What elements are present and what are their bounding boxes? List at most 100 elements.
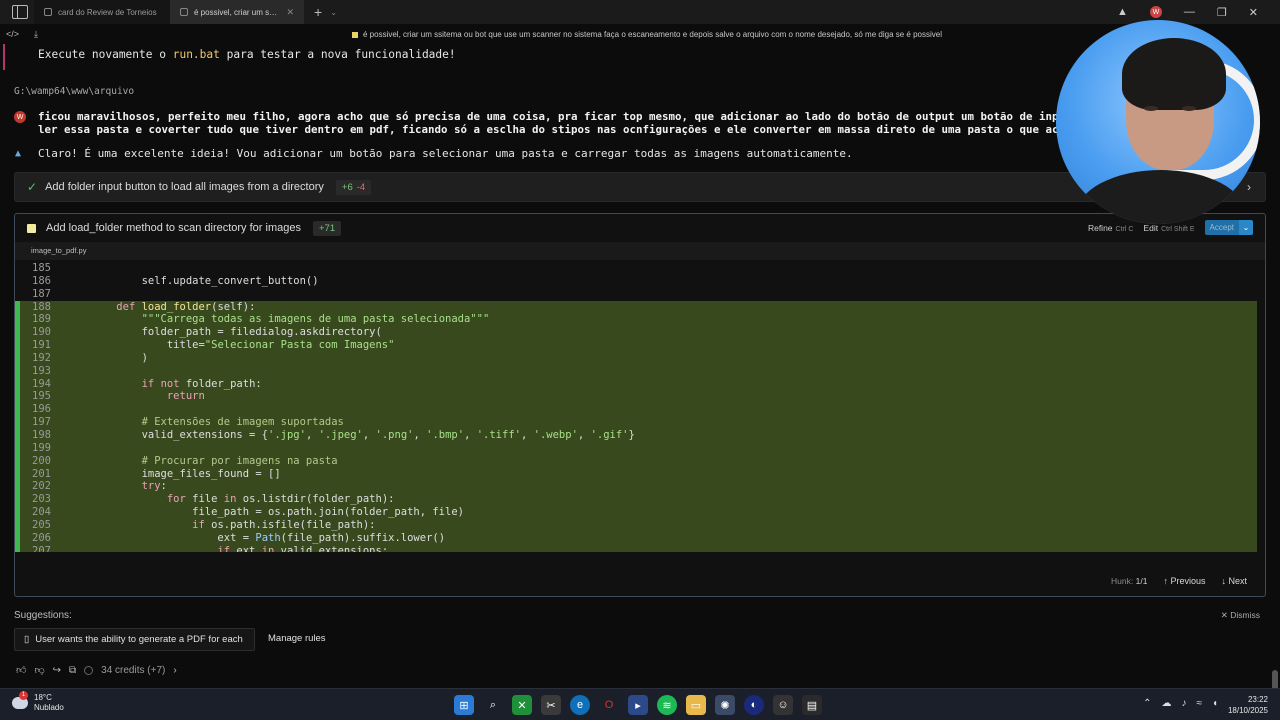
cloud-icon bbox=[12, 691, 28, 709]
opera-icon[interactable]: O bbox=[599, 695, 619, 715]
edge-icon[interactable]: e bbox=[570, 695, 590, 715]
webcam-overlay bbox=[1056, 20, 1260, 224]
close-tab-icon[interactable]: ✕ bbox=[286, 7, 294, 18]
browser-icon[interactable]: ◐ bbox=[744, 695, 764, 715]
close-window-icon[interactable]: ✕ bbox=[1249, 6, 1258, 19]
copy-icon[interactable]: ⧉ bbox=[69, 665, 76, 676]
thumbs-down-icon[interactable]: 👎︎ bbox=[34, 664, 44, 676]
terminal-icon[interactable]: ▤ bbox=[802, 695, 822, 715]
search-icon[interactable]: ⌕ bbox=[483, 695, 503, 715]
code-line: 185 bbox=[15, 262, 1257, 275]
new-tab-button[interactable]: + bbox=[314, 4, 322, 20]
spotify-icon[interactable]: ≋ bbox=[657, 695, 677, 715]
line-number: 191 bbox=[32, 339, 51, 352]
edit-label: Edit bbox=[1143, 222, 1159, 233]
line-number: 203 bbox=[32, 493, 51, 506]
added-code-line: 189 """Carrega todas as imagens de uma p… bbox=[15, 313, 1257, 327]
hunk-label: Hunk: bbox=[1111, 576, 1134, 586]
tab-list-button[interactable]: ⌄ bbox=[330, 8, 337, 17]
volume-icon[interactable]: ◖ bbox=[1212, 698, 1218, 709]
chat-footer: 👍︎ 👎︎ ↪ ⧉ 34 credits (+7) › bbox=[16, 664, 177, 677]
code-text: ext = Path(file_path).suffix.lower() bbox=[91, 531, 446, 544]
thumbs-up-icon[interactable]: 👍︎ bbox=[16, 664, 26, 676]
code-text: folder_path = filedialog.askdirectory( bbox=[91, 326, 382, 339]
chevron-right-icon[interactable]: › bbox=[1247, 180, 1251, 194]
line-number: 205 bbox=[32, 518, 51, 531]
windows-taskbar: 18°C Nublado ⊞ ⌕ ✕ ✂ e O ▸ ≋ ▭ ✺ ◐ ☺ ▤ ⌃… bbox=[0, 688, 1280, 720]
line-number: 204 bbox=[32, 506, 51, 519]
maximize-icon[interactable]: ❐ bbox=[1217, 6, 1227, 19]
code-text: file_path = os.path.join(folder_path, fi… bbox=[91, 506, 464, 519]
code-text: # Procurar por imagens na pasta bbox=[91, 454, 338, 467]
refine-label: Refine bbox=[1087, 222, 1113, 233]
microphone-icon[interactable]: ♪ bbox=[1181, 698, 1186, 709]
warning-icon[interactable]: ▲ bbox=[1117, 6, 1128, 18]
share-icon[interactable]: ↪ bbox=[53, 665, 61, 676]
diff-stats: +71 bbox=[312, 220, 342, 236]
onedrive-icon[interactable]: ☁ bbox=[1161, 698, 1171, 709]
line-text: Execute novamente o bbox=[38, 48, 173, 61]
credits-label[interactable]: 34 credits (+7) bbox=[101, 665, 165, 676]
file-explorer-icon[interactable]: ▭ bbox=[686, 695, 706, 715]
ai-app-icon[interactable]: ✺ bbox=[715, 695, 735, 715]
dismiss-button[interactable]: ✕ Dismiss bbox=[1221, 610, 1260, 621]
line-number: 193 bbox=[32, 364, 51, 377]
hunk-counter: Hunk: 1/1 bbox=[1111, 576, 1147, 586]
code-text: self.update_convert_button() bbox=[91, 274, 319, 287]
lines-added: +71 bbox=[318, 222, 336, 234]
file-tab[interactable]: image_to_pdf.py bbox=[15, 242, 1265, 260]
code-icon[interactable]: </> bbox=[6, 29, 19, 39]
manage-rules-button[interactable]: Manage rules bbox=[268, 633, 326, 644]
suggestion-chip[interactable]: ▯ User wants the ability to generate a P… bbox=[14, 628, 255, 651]
sidebar-toggle-icon[interactable] bbox=[12, 5, 28, 19]
next-hunk-button[interactable]: ↓ Next bbox=[1221, 576, 1247, 586]
lines-added: +6 bbox=[341, 181, 353, 193]
pending-status-icon bbox=[27, 223, 36, 233]
snipping-tool-icon[interactable]: ✂ bbox=[541, 695, 561, 715]
line-number: 207 bbox=[32, 544, 51, 552]
discord-icon[interactable]: ☺ bbox=[773, 695, 793, 715]
edit-shortcut: Ctrl Shift E bbox=[1161, 225, 1195, 233]
weather-text: 18°C Nublado bbox=[34, 693, 64, 713]
document-icon bbox=[352, 31, 358, 38]
assistant-message: Claro! É uma excelente ideia! Vou adicio… bbox=[38, 147, 853, 160]
file-name: image_to_pdf.py bbox=[31, 246, 87, 255]
tab-review-torneios[interactable]: card do Review de Torneios bbox=[34, 0, 170, 24]
previous-label: Previous bbox=[1170, 576, 1206, 586]
clock[interactable]: 23:22 18/10/2025 bbox=[1228, 694, 1268, 716]
line-number: 192 bbox=[32, 351, 51, 364]
xbox-icon[interactable]: ✕ bbox=[512, 695, 532, 715]
tab-label: é possivel, criar um ssitema ou bot que … bbox=[194, 7, 280, 17]
book-icon: ▯ bbox=[24, 634, 30, 645]
conversation-title-text: é possivel, criar um ssitema ou bot que … bbox=[363, 30, 942, 39]
wifi-icon[interactable]: ≈ bbox=[1196, 698, 1202, 709]
chevron-right-icon[interactable]: › bbox=[173, 665, 176, 676]
start-icon[interactable]: ⊞ bbox=[454, 695, 474, 715]
download-icon[interactable]: ⤓ bbox=[34, 29, 38, 40]
weather-widget[interactable]: 18°C Nublado bbox=[12, 691, 64, 713]
line-number: 200 bbox=[32, 454, 51, 467]
dismiss-label: Dismiss bbox=[1230, 610, 1260, 620]
line-number: 198 bbox=[32, 428, 51, 441]
line-number: 195 bbox=[32, 390, 51, 403]
code-diff: 185 186 self.update_convert_button() 187 18… bbox=[15, 262, 1257, 552]
minimize-icon[interactable]: — bbox=[1184, 6, 1195, 18]
line-number: 187 bbox=[32, 287, 51, 300]
previous-hunk-button[interactable]: ↑ Previous bbox=[1163, 576, 1205, 586]
code-text: if not folder_path: bbox=[141, 377, 262, 390]
suggestions-title: Suggestions: bbox=[14, 610, 72, 621]
working-directory: G:\wamp64\www\arquivo bbox=[14, 86, 135, 97]
line-number: 189 bbox=[32, 313, 51, 326]
app-icon[interactable]: ▸ bbox=[628, 695, 648, 715]
show-hidden-icons-icon[interactable]: ⌃ bbox=[1143, 698, 1151, 709]
time: 23:22 bbox=[1247, 695, 1268, 704]
person-hair bbox=[1122, 38, 1226, 110]
edit-button[interactable]: Edit Ctrl Shift E bbox=[1143, 223, 1194, 233]
user-badge[interactable]: W bbox=[1149, 6, 1162, 18]
tab-scanner-chat[interactable]: é possivel, criar um ssitema ou bot que … bbox=[170, 0, 304, 24]
added-code-line: 198 valid_extensions = {'.jpg', '.jpeg',… bbox=[15, 428, 1257, 442]
credits-ring-icon bbox=[84, 665, 94, 675]
added-code-line: 190 folder_path = filedialog.askdirector… bbox=[15, 326, 1257, 340]
diff-stats: +6 -4 bbox=[335, 179, 372, 195]
refine-button[interactable]: Refine Ctrl C bbox=[1088, 223, 1133, 233]
